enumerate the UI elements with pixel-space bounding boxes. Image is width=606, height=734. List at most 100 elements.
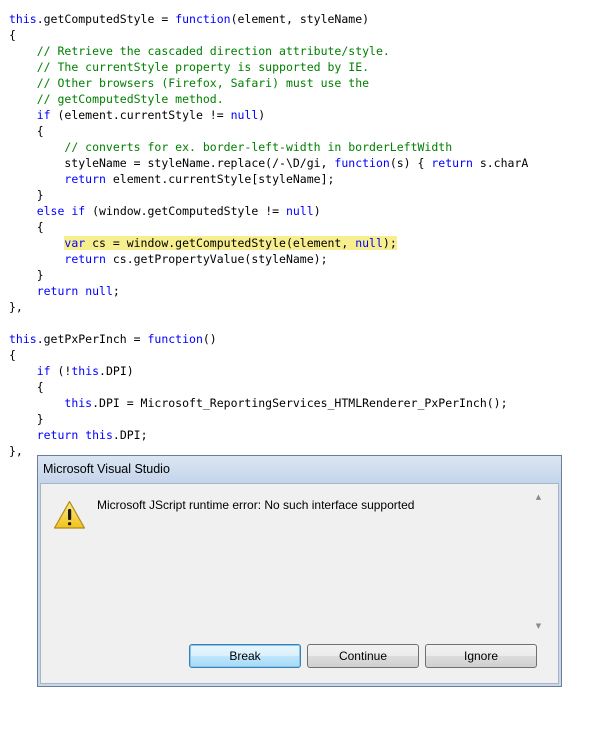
dialog-body: Microsoft JScript runtime error: No such…: [40, 483, 559, 684]
code-token: .DPI;: [112, 428, 148, 442]
dialog-title: Microsoft Visual Studio: [43, 462, 170, 476]
error-dialog: Microsoft Visual Studio Microsoft JScrip…: [37, 455, 562, 687]
code-token: (s) {: [389, 156, 432, 170]
warning-icon: [53, 500, 86, 529]
code-token: function: [334, 156, 390, 170]
continue-button[interactable]: Continue: [307, 644, 419, 668]
code-token: (element.currentStyle !=: [50, 108, 231, 122]
code-line: var cs = window.getComputedStyle(element…: [9, 235, 531, 251]
code-line: // getComputedStyle method.: [9, 91, 531, 107]
code-token: // The currentStyle property is supporte…: [36, 60, 370, 74]
code-token: null: [230, 108, 259, 122]
code-line: {: [9, 123, 531, 139]
code-token: this: [71, 364, 100, 378]
code-token: this: [9, 332, 37, 346]
code-token: return: [64, 172, 106, 186]
error-message[interactable]: Microsoft JScript runtime error: No such…: [97, 498, 414, 512]
code-token: ): [313, 204, 321, 218]
code-line: this.getPxPerInch = function(): [9, 331, 531, 347]
code-line: // Retrieve the cascaded direction attri…: [9, 43, 531, 59]
code-token: this: [64, 396, 93, 410]
code-token: function: [147, 332, 203, 346]
code-token: else: [36, 204, 65, 218]
code-token: styleName = styleName.replace(/-\D/gi,: [9, 156, 335, 170]
code-token: this: [9, 12, 37, 26]
code-token: null: [286, 204, 314, 218]
code-token: this: [85, 428, 113, 442]
code-token: var: [64, 236, 86, 250]
code-token: return: [64, 252, 106, 266]
code-token: },: [9, 444, 23, 458]
code-token: ): [258, 108, 266, 122]
code-token: .getPxPerInch =: [36, 332, 148, 346]
code-token: );: [382, 236, 397, 250]
ignore-button[interactable]: Ignore: [425, 644, 537, 668]
code-token: return: [431, 156, 473, 170]
code-line: {: [9, 347, 531, 363]
code-token: }: [9, 412, 44, 426]
code-token: .DPI): [99, 364, 134, 378]
code-token: {: [9, 348, 16, 362]
code-token: }: [9, 188, 44, 202]
code-token: },: [9, 300, 23, 314]
code-token: (!: [50, 364, 72, 378]
code-token: s.charA: [472, 156, 529, 170]
code-line: if (element.currentStyle != null): [9, 107, 531, 123]
code-line: return null;: [9, 283, 531, 299]
code-token: if: [36, 108, 51, 122]
scroll-up-icon[interactable]: ▲: [533, 492, 544, 503]
code-line: }: [9, 411, 531, 427]
code-token: function: [175, 12, 231, 26]
code-token: // Other browsers (Firefox, Safari) must…: [36, 76, 370, 90]
code-line: return element.currentStyle[styleName];: [9, 171, 531, 187]
message-scrollbar[interactable]: ▲ ▼: [533, 492, 544, 632]
code-token: .DPI = Microsoft_ReportingServices_HTMLR…: [92, 396, 508, 410]
code-line: {: [9, 27, 531, 43]
code-token: return: [36, 428, 79, 442]
code-token: (element, styleName): [230, 12, 370, 26]
scroll-down-icon[interactable]: ▼: [533, 621, 544, 632]
break-button[interactable]: Break: [189, 644, 301, 668]
code-token: {: [9, 380, 44, 394]
dialog-titlebar[interactable]: Microsoft Visual Studio: [38, 456, 561, 483]
code-token: {: [9, 124, 44, 138]
code-line: {: [9, 379, 531, 395]
code-token: (window.getComputedStyle !=: [85, 204, 286, 218]
code-line: return this.DPI;: [9, 427, 531, 443]
code-token: }: [9, 268, 44, 282]
code-token: // getComputedStyle method.: [36, 92, 224, 106]
code-token: {: [9, 28, 16, 42]
code-token: element.currentStyle[styleName];: [105, 172, 335, 186]
code-token: cs = window.getComputedStyle(element,: [85, 236, 356, 250]
code-token: cs.getPropertyValue(styleName);: [105, 252, 328, 266]
code-token: {: [9, 220, 44, 234]
code-line: this.DPI = Microsoft_ReportingServices_H…: [9, 395, 531, 411]
code-token: // converts for ex. border-left-width in…: [64, 140, 453, 154]
code-line: this.getComputedStyle = function(element…: [9, 11, 531, 27]
code-token: // Retrieve the cascaded direction attri…: [36, 44, 390, 58]
code-line: // Other browsers (Firefox, Safari) must…: [9, 75, 531, 91]
code-token: (): [202, 332, 217, 346]
code-line: return cs.getPropertyValue(styleName);: [9, 251, 531, 267]
code-token: .getComputedStyle =: [36, 12, 176, 26]
code-token: return: [36, 284, 79, 298]
code-editor[interactable]: this.getComputedStyle = function(element…: [9, 11, 531, 459]
code-line: else if (window.getComputedStyle != null…: [9, 203, 531, 219]
code-line: if (!this.DPI): [9, 363, 531, 379]
code-line: },: [9, 299, 531, 315]
code-line: }: [9, 187, 531, 203]
code-token: if: [36, 364, 51, 378]
